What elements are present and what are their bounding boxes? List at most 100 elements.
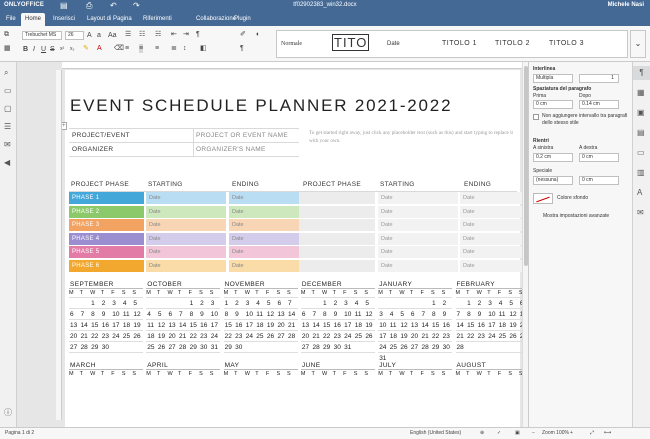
day-cell[interactable]: 12 — [399, 320, 410, 331]
organizer-value[interactable]: ORGANIZER'S NAME — [196, 146, 266, 153]
day-cell[interactable]: 18 — [122, 320, 133, 331]
indent-left-input[interactable]: 0.2 cm — [533, 153, 573, 162]
header-footer-icon[interactable]: ▤ — [637, 128, 645, 137]
bold-icon[interactable]: B — [23, 45, 28, 54]
day-cell[interactable]: 14 — [178, 320, 189, 331]
style-normal[interactable]: Normale — [281, 31, 331, 57]
day-cell[interactable]: 8 — [322, 309, 333, 320]
day-cell[interactable]: 21 — [178, 331, 189, 342]
day-cell[interactable]: 17 — [378, 331, 389, 342]
spellcheck-icon[interactable]: ✓ — [497, 430, 501, 437]
zoom-in-icon[interactable]: + — [570, 430, 573, 437]
day-cell[interactable]: 27 — [167, 342, 178, 353]
day-cell[interactable]: 5 — [399, 309, 410, 320]
day-cell[interactable]: 30 — [442, 342, 453, 353]
document-page[interactable]: EVENT SCHEDULE PLANNER 2021-2022 PROJECT… — [61, 70, 522, 427]
phase-label[interactable]: PHASE 5 — [69, 246, 144, 259]
day-cell[interactable] — [354, 342, 365, 353]
font-shrink-icon[interactable]: a — [97, 31, 101, 40]
day-cell[interactable]: 29 — [224, 342, 235, 353]
day-cell[interactable] — [146, 298, 157, 309]
day-cell[interactable] — [399, 298, 410, 309]
justify-icon[interactable]: ≣ — [171, 44, 177, 53]
date-cell[interactable]: Date — [378, 192, 458, 204]
day-cell[interactable] — [69, 298, 80, 309]
day-cell[interactable] — [245, 342, 256, 353]
special-value-input[interactable]: 0 cm — [579, 176, 619, 185]
date-cell[interactable]: Date — [229, 205, 309, 218]
day-cell[interactable]: 16 — [234, 320, 245, 331]
day-cell[interactable]: 9 — [234, 309, 245, 320]
day-cell[interactable]: 19 — [364, 320, 375, 331]
day-cell[interactable]: 24 — [245, 331, 256, 342]
line-spacing-value[interactable]: 1 — [579, 74, 619, 83]
day-cell[interactable]: 19 — [399, 331, 410, 342]
day-cell[interactable]: 3 — [111, 298, 122, 309]
day-cell[interactable]: 11 — [122, 309, 133, 320]
date-cell[interactable]: Date — [229, 232, 309, 245]
day-cell[interactable]: 6 — [410, 309, 421, 320]
day-cell[interactable]: 4 — [354, 298, 365, 309]
date-cell[interactable]: Date — [146, 205, 226, 218]
day-cell[interactable]: 5 — [364, 298, 375, 309]
day-cell[interactable]: 12 — [508, 309, 519, 320]
day-cell[interactable] — [301, 298, 312, 309]
day-cell[interactable] — [456, 298, 467, 309]
date-cell[interactable]: Date — [378, 260, 458, 272]
day-cell[interactable]: 3 — [378, 309, 389, 320]
chart-settings-icon[interactable]: ▥ — [637, 168, 645, 177]
day-cell[interactable]: 17 — [111, 320, 122, 331]
day-cell[interactable]: 6 — [276, 298, 287, 309]
day-cell[interactable]: 13 — [69, 320, 80, 331]
day-cell[interactable] — [389, 298, 400, 309]
day-cell[interactable]: 4 — [498, 298, 509, 309]
day-cell[interactable]: 26 — [157, 342, 168, 353]
day-cell[interactable]: 17 — [343, 320, 354, 331]
copy-style-icon[interactable]: ✐ — [240, 30, 246, 39]
day-cell[interactable]: 23 — [234, 331, 245, 342]
user-name[interactable]: Michele Nasi — [608, 2, 644, 8]
day-cell[interactable]: 31 — [210, 342, 221, 353]
day-cell[interactable]: 24 — [487, 331, 498, 342]
day-cell[interactable]: 4 — [389, 309, 400, 320]
day-cell[interactable]: 16 — [477, 320, 488, 331]
day-cell[interactable]: 22 — [431, 331, 442, 342]
day-cell[interactable]: 10 — [210, 309, 221, 320]
date-cell[interactable]: Date — [378, 219, 458, 232]
date-cell[interactable]: Date — [146, 232, 226, 245]
day-cell[interactable]: 25 — [255, 331, 266, 342]
day-cell[interactable]: 25 — [389, 342, 400, 353]
day-cell[interactable]: 20 — [69, 331, 80, 342]
day-cell[interactable]: 27 — [301, 342, 312, 353]
globe-icon[interactable]: ⊕ — [480, 430, 484, 437]
day-cell[interactable] — [364, 342, 375, 353]
date-cell[interactable]: Date — [378, 246, 458, 259]
date-cell[interactable]: Date — [460, 205, 522, 218]
day-cell[interactable]: 28 — [287, 331, 298, 342]
day-cell[interactable]: 17 — [245, 320, 256, 331]
day-cell[interactable] — [157, 298, 168, 309]
day-cell[interactable]: 27 — [410, 342, 421, 353]
table-settings-icon[interactable]: ▦ — [637, 88, 645, 97]
day-cell[interactable] — [287, 342, 298, 353]
align-right-icon[interactable]: ≡ — [155, 44, 159, 53]
page-indicator[interactable]: Pagina 1 di 2 — [5, 430, 34, 437]
date-cell[interactable]: Date — [460, 260, 522, 272]
style-heading1[interactable]: TITOLO 1 — [442, 31, 497, 57]
day-cell[interactable]: 25 — [122, 331, 133, 342]
superscript-icon[interactable]: x² — [60, 45, 64, 54]
day-cell[interactable]: 15 — [90, 320, 101, 331]
day-cell[interactable]: 7 — [456, 309, 467, 320]
day-cell[interactable]: 15 — [431, 320, 442, 331]
tab-file[interactable]: File — [2, 13, 20, 26]
day-cell[interactable]: 28 — [178, 342, 189, 353]
day-cell[interactable]: 24 — [210, 331, 221, 342]
search-icon[interactable]: ⌕ — [4, 68, 8, 77]
day-cell[interactable]: 22 — [90, 331, 101, 342]
shading-icon[interactable]: ◧ — [200, 44, 207, 53]
day-cell[interactable]: 13 — [301, 320, 312, 331]
day-cell[interactable]: 7 — [420, 309, 431, 320]
date-cell[interactable]: Date — [378, 232, 458, 245]
day-cell[interactable]: 23 — [477, 331, 488, 342]
day-cell[interactable]: 26 — [364, 331, 375, 342]
